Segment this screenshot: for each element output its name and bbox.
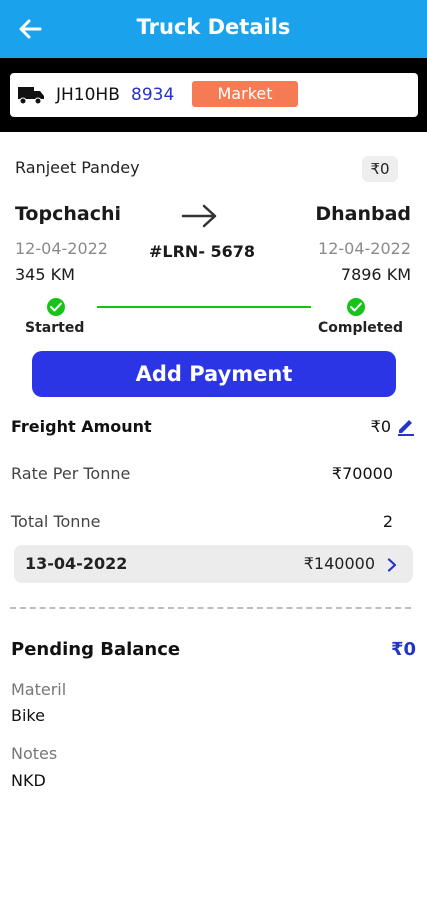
chevron-right-icon[interactable] (387, 557, 397, 572)
truck-number-suffix: 8934 (131, 85, 175, 105)
destination-city: Dhanbad (315, 203, 411, 225)
freight-amount-label: Freight Amount (11, 417, 152, 436)
truck-number-prefix: JH10HB (56, 85, 120, 105)
pencil-icon[interactable] (396, 416, 416, 436)
origin-city: Topchachi (15, 203, 122, 225)
payment-amount: ₹140000 (303, 554, 375, 573)
pending-balance-label: Pending Balance (11, 639, 181, 660)
payment-date: 13-04-2022 (25, 554, 128, 573)
status-started-label: Started (25, 320, 85, 336)
page-title: Truck Details (136, 15, 291, 39)
rate-per-tonne-value: ₹70000 (331, 464, 393, 483)
lrn-number: #LRN- 5678 (149, 242, 256, 261)
payment-row[interactable]: 13-04-2022 ₹140000 (14, 545, 413, 583)
right-arrow-icon (181, 203, 219, 229)
driver-name: Ranjeet Pandey (15, 158, 140, 177)
started-check-icon (47, 298, 65, 316)
total-tonne-value: 2 (382, 512, 393, 531)
status-completed-label: Completed (317, 320, 403, 336)
origin-date: 12-04-2022 (15, 239, 108, 258)
add-payment-button[interactable]: Add Payment (32, 351, 396, 397)
truck-card: JH10HB 8934 Market (10, 73, 418, 117)
truck-icon (17, 85, 45, 105)
section-divider (10, 607, 411, 609)
trip-progress-line (97, 306, 311, 308)
total-tonne-label: Total Tonne (11, 512, 101, 531)
truck-banner: JH10HB 8934 Market (0, 58, 427, 132)
destination-date: 12-04-2022 (318, 239, 411, 258)
notes-label: Notes (11, 744, 58, 763)
trip-amount-badge: ₹0 (362, 156, 398, 182)
rate-per-tonne-label: Rate Per Tonne (11, 464, 131, 483)
freight-amount-value: ₹0 (370, 417, 391, 436)
completed-check-icon (347, 298, 365, 316)
origin-km: 345 KM (15, 265, 75, 284)
market-badge: Market (192, 81, 298, 107)
notes-value: NKD (11, 771, 46, 790)
destination-km: 7896 KM (340, 265, 411, 284)
material-label: Materil (11, 680, 67, 699)
app-bar: Truck Details (0, 0, 427, 58)
material-value: Bike (11, 706, 45, 725)
pending-balance-value: ₹0 (390, 639, 416, 660)
